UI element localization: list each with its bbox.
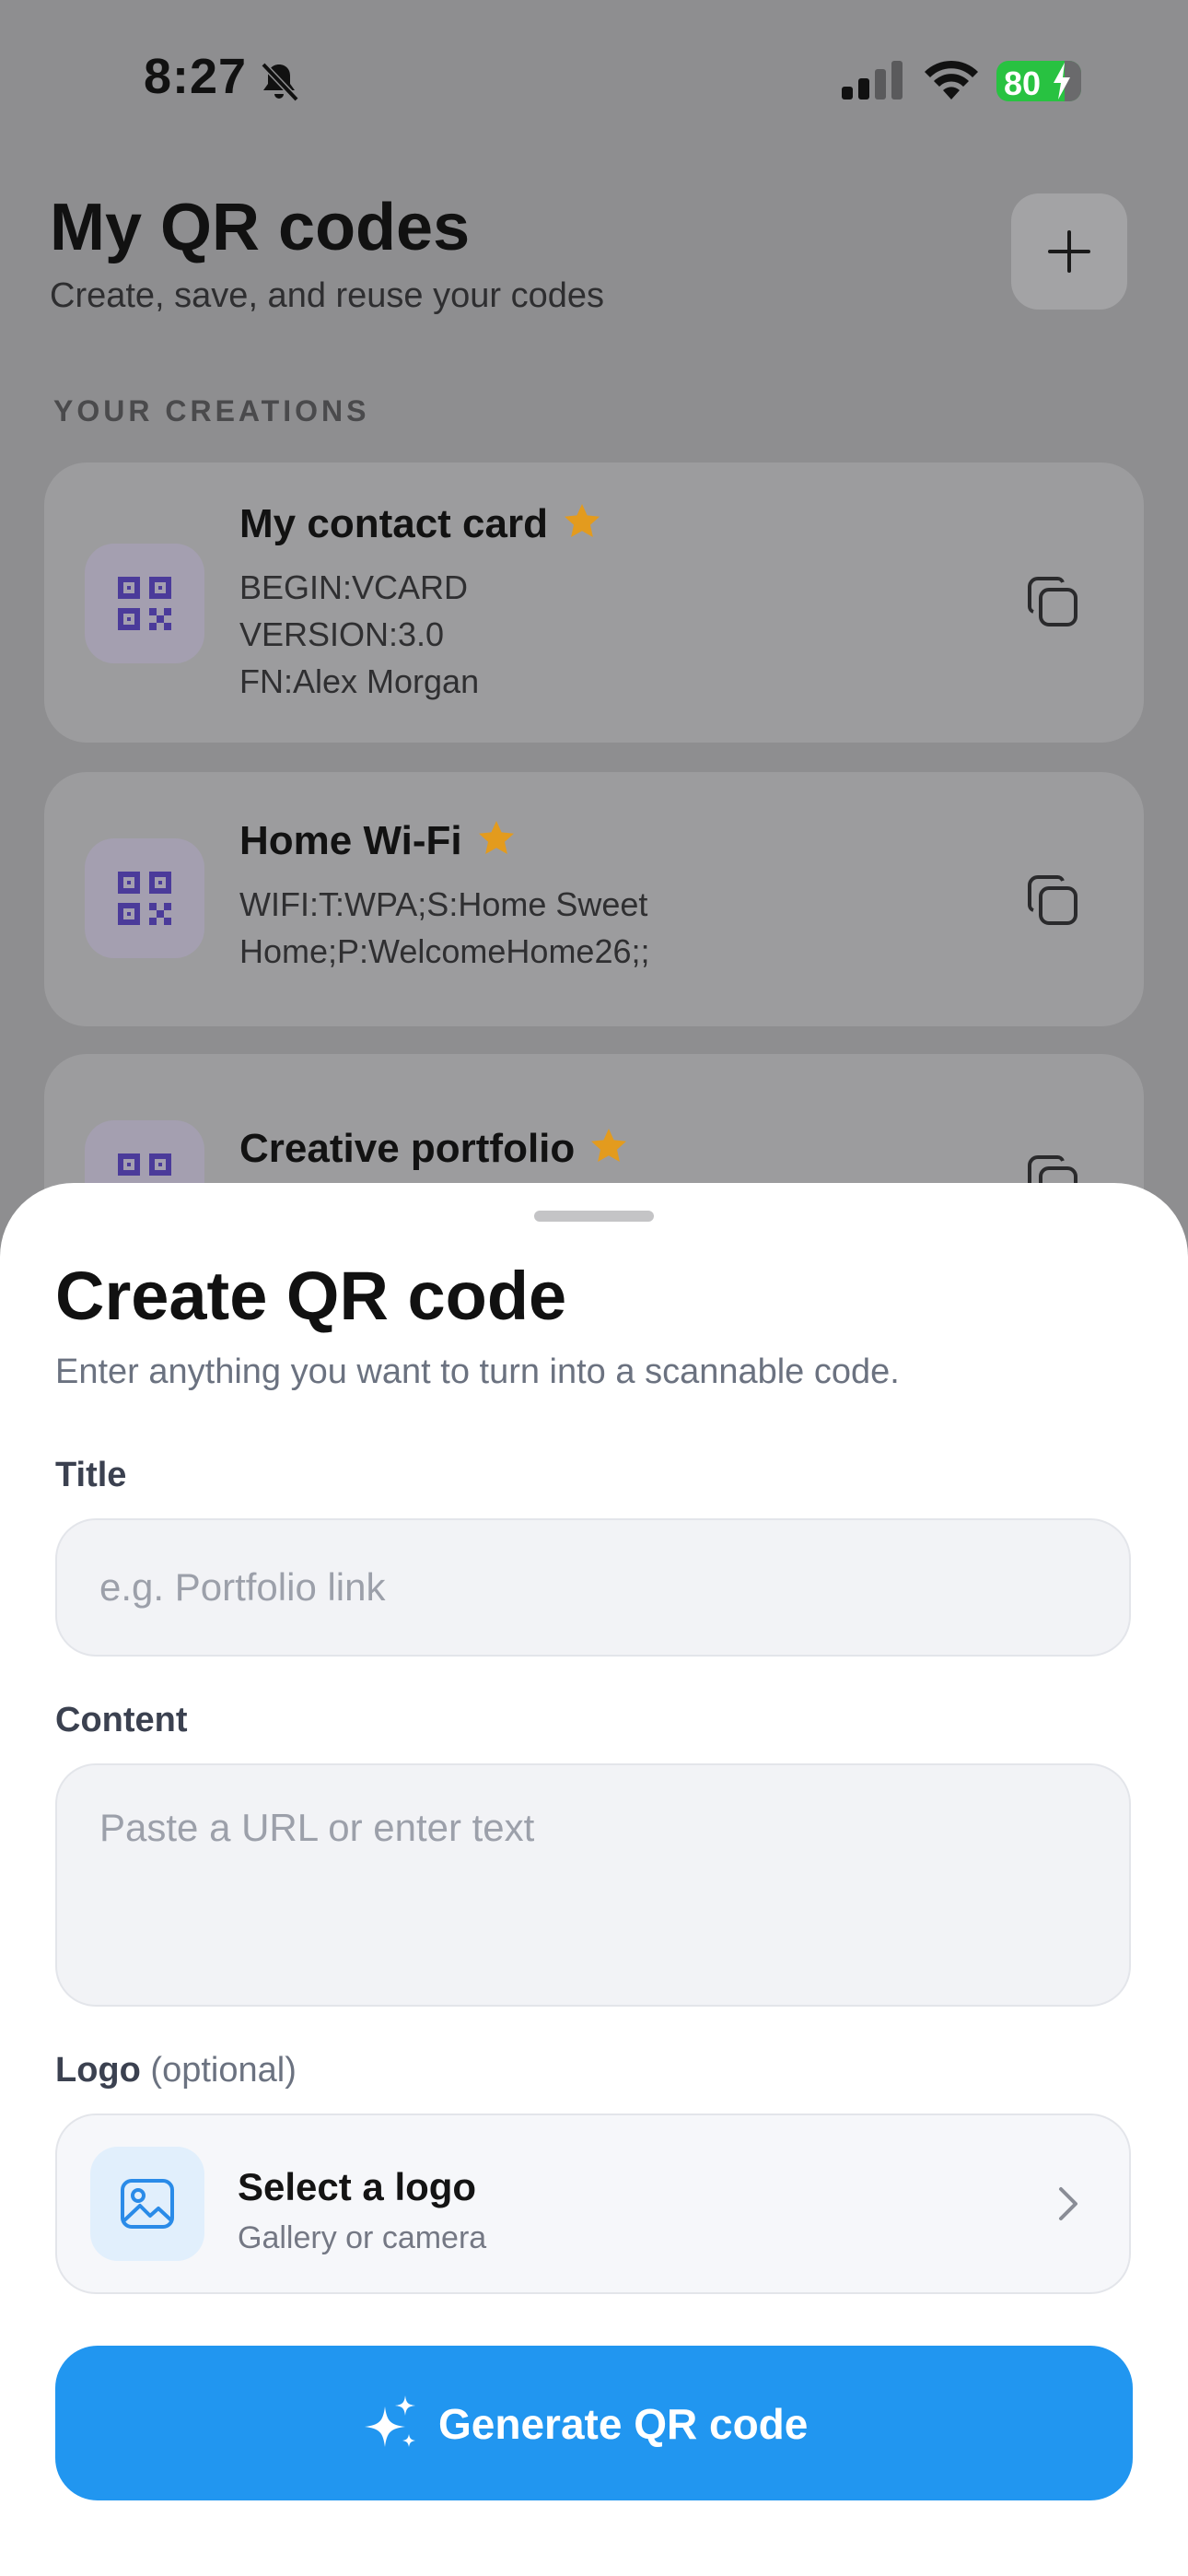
- card-title: Creative portfolio: [239, 1126, 628, 1172]
- content-field-label: Content: [55, 1701, 188, 1739]
- logo-field-label: Logo (optional): [55, 2051, 297, 2090]
- card-content: BEGIN:VCARD VERSION:3.0 FN:Alex Morgan: [239, 568, 480, 700]
- page-title: My QR codes: [50, 191, 471, 264]
- bell-slash-icon: [261, 62, 299, 102]
- generate-qr-button[interactable]: Generate QR code: [55, 2346, 1133, 2500]
- select-logo-button[interactable]: Select a logo Gallery or camera: [55, 2113, 1131, 2294]
- card-title: Home Wi-Fi: [239, 818, 516, 864]
- qr-thumbnail: [85, 838, 204, 958]
- image-icon: [121, 2179, 174, 2229]
- charging-bolt-icon: [1054, 63, 1070, 100]
- section-label: YOUR CREATIONS: [53, 394, 370, 427]
- qr-code-icon: [118, 872, 171, 925]
- sparkle-icon: [365, 2395, 415, 2447]
- page-subtitle: Create, save, and reuse your codes: [50, 276, 605, 315]
- qr-card[interactable]: Home Wi-Fi WIFI:T:WPA;S:Home Sweet Home;…: [44, 772, 1144, 1026]
- copy-icon[interactable]: [1026, 873, 1079, 927]
- logo-label-text: Logo: [55, 2051, 141, 2090]
- sheet-grabber[interactable]: [534, 1211, 654, 1222]
- sheet-title: Create QR code: [55, 1258, 567, 1334]
- status-time: 8:27: [144, 49, 248, 104]
- signal-icon: [842, 61, 903, 100]
- qr-code-icon: [118, 577, 171, 630]
- qr-card[interactable]: My contact card BEGIN:VCARD VERSION:3.0 …: [44, 463, 1144, 743]
- card-title: My contact card: [239, 501, 601, 547]
- wifi-icon: [925, 60, 978, 100]
- chevron-right-icon: [1059, 2187, 1077, 2220]
- logo-icon-tile: [90, 2147, 204, 2261]
- title-input[interactable]: [55, 1518, 1131, 1657]
- star-icon: [591, 1129, 627, 1162]
- optional-hint: (optional): [150, 2051, 297, 2090]
- logo-picker-subtitle: Gallery or camera: [238, 2220, 487, 2255]
- title-field-label: Title: [55, 1456, 127, 1494]
- card-content: WIFI:T:WPA;S:Home Sweet Home;P:WelcomeHo…: [239, 885, 650, 970]
- copy-icon[interactable]: [1026, 575, 1079, 628]
- star-icon: [564, 504, 600, 537]
- status-bar: 8:27 80: [0, 0, 1188, 157]
- add-qr-button[interactable]: [1011, 193, 1127, 310]
- star-icon: [478, 821, 514, 854]
- qr-thumbnail: [85, 544, 204, 663]
- generate-button-label: Generate QR code: [438, 2400, 809, 2448]
- plus-icon: [1048, 230, 1090, 273]
- logo-picker-title: Select a logo: [238, 2165, 477, 2208]
- create-qr-sheet: Create QR code Enter anything you want t…: [0, 1183, 1188, 2576]
- battery-level: 80: [1004, 64, 1042, 101]
- sheet-subtitle: Enter anything you want to turn into a s…: [55, 1352, 900, 1391]
- content-input[interactable]: [55, 1763, 1131, 2007]
